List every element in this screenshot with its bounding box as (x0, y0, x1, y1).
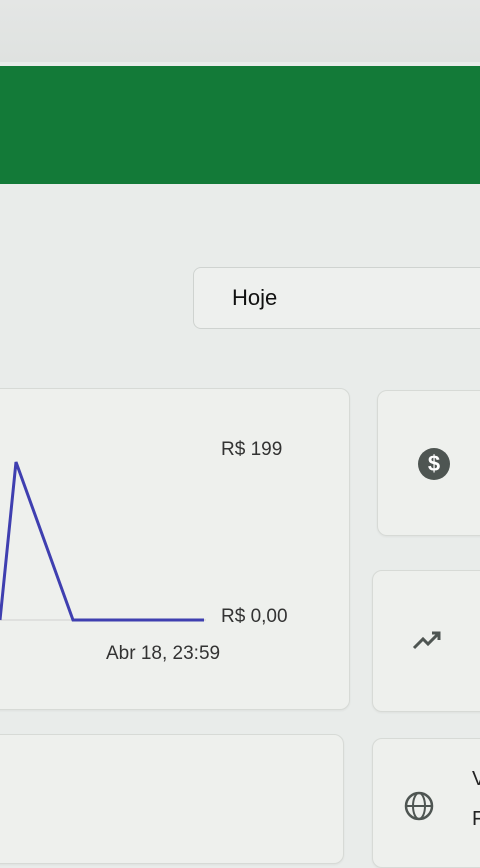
dollar-icon: $ (418, 448, 450, 480)
x-axis-label: Abr 18, 23:59 (106, 643, 221, 664)
trending-up-icon (412, 631, 441, 650)
series-line (0, 461, 204, 622)
globe-card-text-2: F (472, 808, 480, 830)
bottom-card[interactable] (0, 734, 344, 864)
globe-icon (404, 791, 434, 821)
y-axis-max-label: R$ 199 (221, 439, 283, 460)
y-axis-min-label: R$ 0,00 (221, 606, 288, 627)
globe-card-text-1: V (472, 768, 480, 790)
